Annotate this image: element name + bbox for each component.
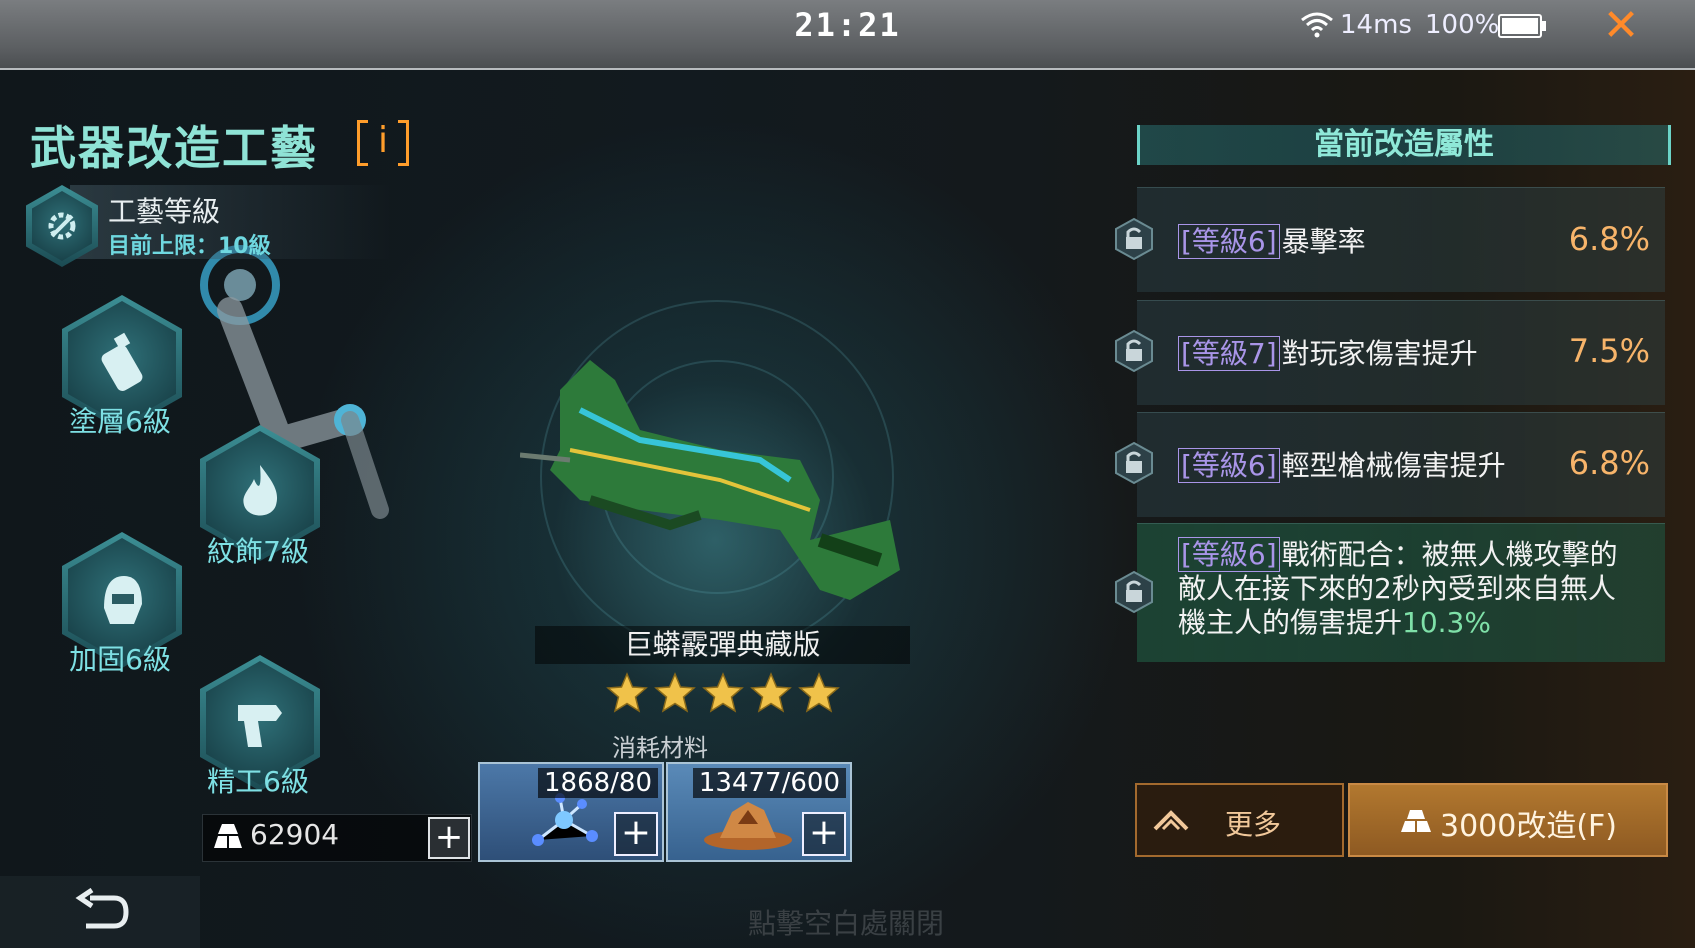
module-label: 塗層6級	[69, 405, 171, 438]
property-name: 暴擊率	[1281, 225, 1366, 258]
property-text: [等級6] 輕型槍械傷害提升	[1178, 444, 1506, 484]
ping-readout: 14ms	[1340, 10, 1412, 40]
property-text: [等級6] 戰術配合：被無人機攻擊的敵人在接下來的2秒內受到來自無人機主人的傷害提…	[1178, 537, 1618, 640]
material-count: 1868/80	[537, 768, 658, 798]
add-material-button[interactable]: +	[802, 812, 846, 856]
gear-wrench-icon	[32, 191, 92, 261]
star-icon	[798, 672, 840, 713]
add-material-button[interactable]: +	[614, 812, 658, 856]
more-button[interactable]: 更多	[1135, 783, 1344, 857]
module-label: 加固6級	[69, 643, 171, 676]
star-rating	[606, 672, 842, 716]
currency-value: 62904	[250, 818, 340, 851]
close-icon[interactable]: ✕	[1597, 2, 1645, 50]
star-icon	[702, 672, 744, 713]
property-name: 對玩家傷害提升	[1281, 337, 1478, 370]
property-text: [等級6] 暴擊率	[1178, 220, 1366, 260]
properties-header: 當前改造屬性	[1137, 125, 1671, 165]
property-level: [等級6]	[1178, 448, 1280, 483]
property-level: [等級6]	[1178, 224, 1280, 259]
add-currency-button[interactable]: +	[428, 817, 470, 859]
property-value: 6.8%	[1568, 220, 1650, 258]
battery-fill	[1502, 18, 1538, 34]
upgrade-label: 3000改造(F)	[1440, 809, 1618, 844]
material-count: 13477/600	[692, 768, 846, 798]
property-name: 輕型槍械傷害提升	[1281, 449, 1506, 482]
module-label: 紋飾7級	[207, 535, 309, 568]
star-icon	[606, 672, 648, 713]
info-button[interactable]: i	[357, 120, 409, 166]
back-arrow-icon[interactable]	[70, 888, 130, 936]
chevron-up-icon	[1153, 810, 1189, 831]
weapon-image	[520, 360, 900, 600]
craft-level-title: 工藝等級	[108, 195, 221, 228]
star-icon	[654, 672, 696, 713]
wifi-icon	[1301, 12, 1333, 38]
lock-icon	[1115, 570, 1153, 614]
property-level: [等級7]	[1178, 336, 1280, 371]
battery-percent: 100%	[1425, 10, 1500, 40]
weapon-name: 巨蟒霰彈典藏版	[535, 626, 910, 664]
property-value: 6.8%	[1568, 444, 1650, 482]
ingot-icon	[1401, 810, 1431, 832]
close-hint: 點擊空白處關閉	[748, 907, 945, 940]
craft-level-limit: 目前上限：10級	[108, 234, 271, 259]
material-slot-molecule[interactable]: 1868/80 +	[478, 762, 664, 862]
upgrade-button[interactable]: 3000改造(F)	[1348, 783, 1668, 857]
property-value: 7.5%	[1568, 332, 1650, 370]
clock: 21:21	[794, 6, 901, 44]
lock-icon	[1115, 217, 1153, 261]
more-label: 更多	[1225, 808, 1282, 841]
property-text: [等級7] 對玩家傷害提升	[1178, 332, 1478, 372]
battery-icon	[1498, 14, 1546, 38]
ingot-icon	[214, 824, 242, 848]
materials-label: 消耗材料	[612, 734, 708, 762]
property-level: [等級6]	[1178, 537, 1280, 572]
molecule-icon	[532, 793, 598, 846]
lock-icon	[1115, 329, 1153, 373]
lock-icon	[1115, 441, 1153, 485]
material-slot-ore[interactable]: 13477/600 +	[666, 762, 852, 862]
module-label: 精工6級	[207, 765, 309, 798]
property-value: 10.3%	[1402, 606, 1491, 639]
ore-icon	[704, 802, 792, 850]
star-icon	[750, 672, 792, 713]
page-title: 武器改造工藝	[30, 121, 318, 175]
